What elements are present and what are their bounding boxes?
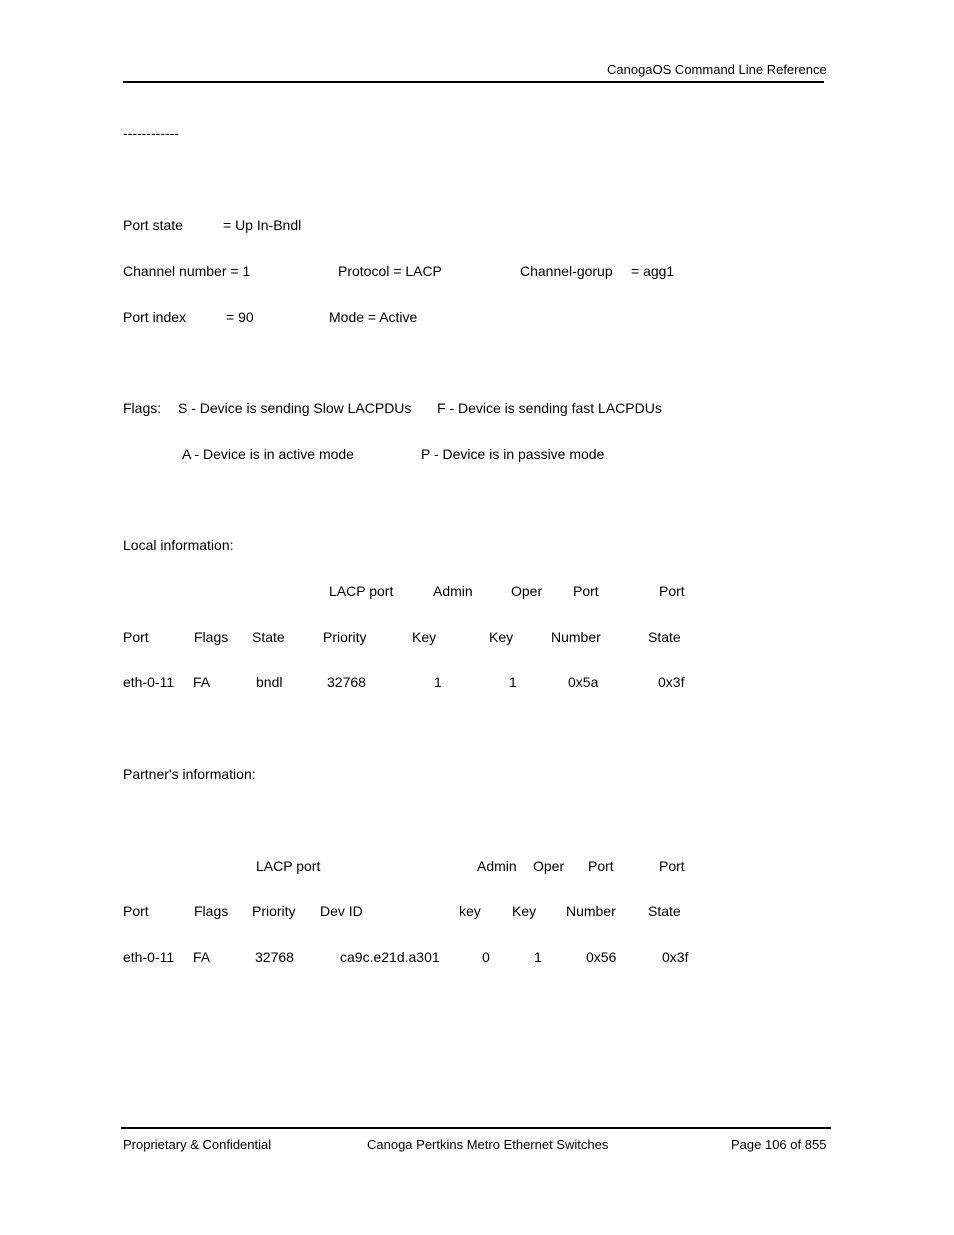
partner-cell-priority: 32768 xyxy=(255,949,294,965)
flag-a-description: A - Device is in active mode xyxy=(182,446,354,462)
partner-col-header: Number xyxy=(566,903,616,919)
local-col-header: Number xyxy=(551,629,601,645)
partner-cell-oper-key: 1 xyxy=(534,949,542,965)
footer-rule xyxy=(121,1127,831,1129)
partner-col-header: Port xyxy=(659,858,685,874)
local-col-header: Port xyxy=(573,583,599,599)
partner-col-header: key xyxy=(459,903,481,919)
channel-group-value: = agg1 xyxy=(631,263,675,279)
partner-col-header: Dev ID xyxy=(320,903,363,919)
flag-f-description: F - Device is sending fast LACPDUs xyxy=(437,400,662,416)
local-col-header: Flags xyxy=(194,629,229,645)
flag-s-description: S - Device is sending Slow LACPDUs xyxy=(178,400,412,416)
local-info-title: Local information: xyxy=(123,537,234,553)
mode: Mode = Active xyxy=(329,309,418,325)
local-cell-port-number: 0x5a xyxy=(568,674,599,690)
partner-col-header: Oper xyxy=(533,858,565,874)
partner-cell-port-state: 0x3f xyxy=(662,949,689,965)
partner-col-header: LACP port xyxy=(256,858,321,874)
local-cell-oper-key: 1 xyxy=(509,674,517,690)
local-cell-port: eth-0-11 xyxy=(123,674,175,690)
partner-col-header: Admin xyxy=(477,858,517,874)
local-cell-port-state: 0x3f xyxy=(658,674,685,690)
separator-dashes: ------------ xyxy=(123,125,179,141)
document-header-title: CanogaOS Command Line Reference xyxy=(607,62,827,77)
local-col-header: State xyxy=(252,629,285,645)
local-col-header: Key xyxy=(489,629,514,645)
local-col-header: Admin xyxy=(433,583,473,599)
local-cell-admin-key: 1 xyxy=(434,674,442,690)
channel-group-label: Channel-gorup xyxy=(520,263,613,279)
protocol: Protocol = LACP xyxy=(338,263,442,279)
partner-col-header: Flags xyxy=(194,903,229,919)
port-index-label: Port index xyxy=(123,309,187,325)
port-state-value: = Up In-Bndl xyxy=(223,217,302,233)
local-col-header: Port xyxy=(659,583,685,599)
partner-cell-admin-key: 0 xyxy=(482,949,490,965)
local-col-header: Oper xyxy=(511,583,543,599)
partner-col-header: Port xyxy=(123,903,149,919)
local-col-header: Priority xyxy=(323,629,367,645)
partner-cell-port: eth-0-11 xyxy=(123,949,175,965)
partner-col-header: State xyxy=(648,903,681,919)
partner-info-title: Partner's information: xyxy=(123,766,256,782)
partner-cell-port-number: 0x56 xyxy=(586,949,617,965)
header-rule xyxy=(123,81,824,83)
partner-col-header: Key xyxy=(512,903,537,919)
footer-company: Canoga Pertkins Metro Ethernet Switches xyxy=(367,1137,609,1152)
local-col-header: LACP port xyxy=(329,583,394,599)
footer-confidential: Proprietary & Confidential xyxy=(123,1137,272,1152)
local-cell-state: bndl xyxy=(256,674,283,690)
local-col-header: Key xyxy=(412,629,437,645)
local-cell-flags: FA xyxy=(193,674,211,690)
port-index-value: = 90 xyxy=(226,309,254,325)
footer-page-number: Page 106 of 855 xyxy=(731,1137,827,1152)
partner-cell-flags: FA xyxy=(193,949,211,965)
local-col-header: Port xyxy=(123,629,149,645)
partner-col-header: Priority xyxy=(252,903,296,919)
channel-number: Channel number = 1 xyxy=(123,263,251,279)
flags-label: Flags: xyxy=(123,400,162,416)
local-col-header: State xyxy=(648,629,681,645)
partner-col-header: Port xyxy=(588,858,614,874)
flag-p-description: P - Device is in passive mode xyxy=(421,446,605,462)
partner-cell-dev-id: ca9c.e21d.a301 xyxy=(340,949,440,965)
local-cell-priority: 32768 xyxy=(327,674,366,690)
port-state-label: Port state xyxy=(123,217,183,233)
